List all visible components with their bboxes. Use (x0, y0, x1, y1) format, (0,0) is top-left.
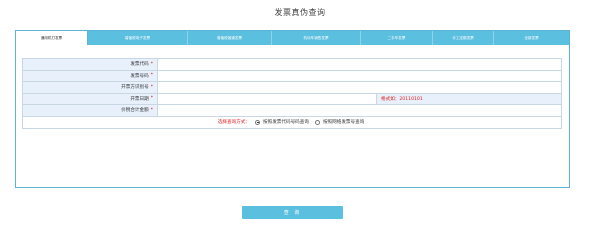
required-mark: * (150, 73, 153, 79)
query-form: 发票代码 * 发票号码 * 开票方识别号 * 开票日期 * 格式如：20110101 价… (22, 58, 562, 129)
tab-manual-fixed-invoice[interactable]: 手工定额发票 (433, 31, 494, 45)
form-row-issue-date: 开票日期 * 格式如：20110101 (23, 93, 561, 105)
invoice-number-input[interactable] (158, 70, 561, 81)
method-option-code-number[interactable]: 按照发票代码号码查询 (255, 119, 309, 125)
total-amount-label: 价税合计金额 (121, 108, 149, 114)
invoice-code-label: 发票代码 (130, 62, 149, 68)
query-method-row: 选择查询方式： 按照发票代码号码查询 按照网络发票号查询 (23, 117, 561, 129)
tab-vat-electronic-invoice[interactable]: 增值税电子发票 (88, 31, 188, 45)
form-row-total-amount: 价税合计金额 * (23, 105, 561, 117)
tab-all-invoices[interactable]: 全部发票 (494, 31, 569, 45)
required-mark: * (150, 96, 153, 102)
radio-selected-icon[interactable] (255, 119, 260, 125)
required-mark: * (150, 107, 153, 113)
form-row-invoice-number: 发票号码 * (23, 70, 561, 82)
method-option-label: 按照发票代码号码查询 (263, 120, 309, 125)
radio-unselected-icon[interactable] (314, 119, 320, 125)
required-mark: * (150, 84, 153, 90)
method-option-label: 按照网络发票号查询 (322, 120, 365, 125)
method-option-network-number[interactable]: 按照网络发票号查询 (314, 119, 365, 125)
issue-date-input[interactable] (158, 93, 377, 104)
issue-date-label: 开票日期 (130, 96, 149, 102)
query-panel: 通用机打发票 增值税电子发票 增值税普通发票 机动车销售发票 二手车发票 手工定… (15, 30, 570, 188)
issuer-id-input[interactable] (158, 82, 561, 93)
required-mark: * (150, 61, 153, 67)
form-row-issuer-id: 开票方识别号 * (23, 82, 561, 94)
issuer-id-label: 开票方识别号 (121, 85, 149, 91)
invoice-number-label: 发票号码 (130, 73, 149, 79)
tab-general-invoice[interactable]: 通用机打发票 (16, 31, 88, 45)
tab-vehicle-sales-invoice[interactable]: 机动车销售发票 (272, 31, 361, 45)
invoice-type-tabs: 通用机打发票 增值税电子发票 增值税普通发票 机动车销售发票 二手车发票 手工定… (16, 31, 569, 45)
query-button[interactable]: 查 询 (242, 206, 343, 219)
tab-used-car-invoice[interactable]: 二手车发票 (361, 31, 433, 45)
form-row-invoice-code: 发票代码 * (23, 59, 561, 71)
total-amount-input[interactable] (158, 105, 561, 116)
issue-date-format-hint: 格式如：20110101 (377, 93, 561, 104)
query-method-label: 选择查询方式： (217, 120, 250, 125)
tab-vat-normal-invoice[interactable]: 增值税普通发票 (188, 31, 272, 45)
page-title: 发票真伪查询 (274, 8, 326, 17)
invoice-code-input[interactable] (158, 59, 561, 70)
